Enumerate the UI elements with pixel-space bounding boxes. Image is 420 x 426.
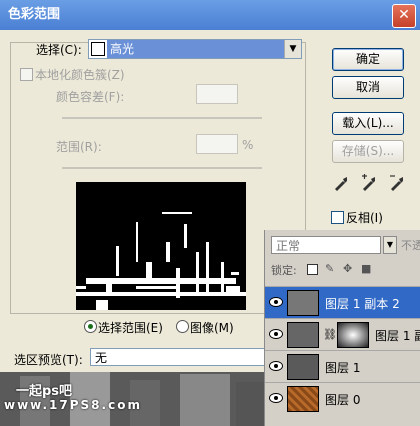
localized-label: 本地化颜色簇(Z) (35, 68, 125, 82)
layer-row[interactable]: 图层 1 (265, 350, 420, 382)
radio-selected-dot (88, 324, 93, 329)
lock-label: 锁定: (271, 264, 297, 277)
range-unit: % (242, 138, 254, 152)
image-radio-label: 图像(M) (190, 321, 234, 335)
layer-thumbnail (287, 290, 319, 316)
lock-transparency-icon[interactable] (307, 264, 318, 275)
range-label: 范围(R): (56, 140, 102, 154)
background-photo: 一起ps吧 www.17PS8.com (0, 372, 264, 426)
window-title: 色彩范围 (8, 7, 61, 22)
lock-row: 锁定: ✎ ✥ ■ (271, 262, 420, 280)
blend-mode-select[interactable]: 正常 (271, 236, 381, 254)
cancel-button[interactable]: 取消 (332, 76, 404, 99)
selection-preview-label: 选区预览(T): (14, 353, 83, 367)
layer-row[interactable]: 图层 0 (265, 382, 420, 414)
range-slider[interactable] (62, 167, 262, 169)
eye-icon[interactable] (269, 393, 283, 403)
blend-chevron-down-icon[interactable]: ▼ (383, 236, 397, 254)
link-chain-icon: ⛓ (323, 328, 337, 341)
localized-checkbox[interactable] (20, 68, 33, 81)
highlight-mask-image (76, 212, 246, 310)
eyedropper-minus-icon[interactable] (388, 174, 406, 192)
select-dropdown[interactable]: 高光 ▼ (88, 39, 302, 59)
layers-panel: 正常 ▼ 不透明度 锁定: ✎ ✥ ■ 图层 1 副本 2 ⛓ 图层 1 副本 … (264, 230, 420, 426)
fuzziness-input[interactable] (196, 84, 238, 104)
fuzziness-slider[interactable] (62, 117, 262, 119)
eye-pupil (274, 364, 278, 368)
move-icon[interactable]: ✥ (343, 262, 352, 275)
opacity-label: 不透明度 (401, 239, 420, 252)
invert-checkbox[interactable] (331, 211, 344, 224)
eye-pupil (274, 396, 278, 400)
save-button[interactable]: 存储(S)... (332, 140, 404, 163)
chevron-down-icon[interactable]: ▼ (284, 40, 301, 58)
selection-radio[interactable] (84, 320, 97, 333)
invert-label: 反相(I) (346, 211, 383, 225)
ok-button[interactable]: 确定 (332, 48, 404, 71)
image-radio[interactable] (176, 320, 189, 333)
range-input[interactable] (196, 134, 238, 154)
eye-pupil (274, 332, 278, 336)
eye-icon[interactable] (269, 361, 283, 371)
select-label: 选择(C): (36, 43, 82, 57)
layer-thumbnail (287, 354, 319, 380)
fuzziness-label: 颜色容差(F): (56, 90, 125, 104)
eye-pupil (274, 300, 278, 304)
layer-name: 图层 1 副本 (375, 329, 420, 343)
eye-icon[interactable] (269, 329, 283, 339)
lock-icon[interactable]: ■ (361, 262, 371, 275)
layer-thumbnail (287, 386, 319, 412)
layer-mask-thumbnail (337, 322, 369, 348)
layer-name: 图层 1 副本 2 (325, 297, 400, 311)
eyedropper-plus-icon[interactable] (360, 174, 378, 192)
select-value: 高光 (107, 40, 284, 58)
selection-preview-image (76, 182, 246, 310)
layer-thumbnail (287, 322, 319, 348)
watermark-url: www.17PS8.com (4, 398, 142, 412)
title-bar: 色彩范围 ✕ (0, 0, 420, 30)
layer-name: 图层 1 (325, 361, 361, 375)
watermark-title: 一起ps吧 (16, 384, 73, 399)
layer-row[interactable]: 图层 1 副本 2 (265, 286, 420, 318)
selection-preview-select[interactable]: 无 (90, 348, 280, 366)
layer-name: 图层 0 (325, 393, 361, 407)
brush-icon[interactable]: ✎ (325, 262, 334, 275)
eye-icon[interactable] (269, 297, 283, 307)
layer-row[interactable]: ⛓ 图层 1 副本 (265, 318, 420, 350)
load-button[interactable]: 载入(L)... (332, 112, 404, 135)
selection-radio-label: 选择范围(E) (98, 321, 163, 335)
eyedropper-icon[interactable] (332, 174, 350, 192)
close-icon[interactable]: ✕ (392, 4, 416, 28)
color-swatch-icon (91, 42, 105, 56)
